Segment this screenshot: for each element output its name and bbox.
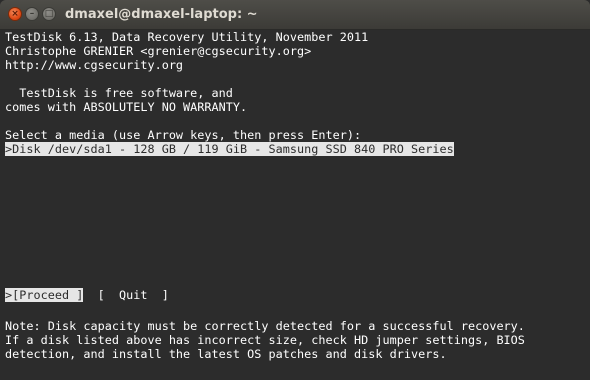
action-separator — [83, 288, 97, 302]
minimize-button[interactable]: – — [25, 7, 39, 21]
maximize-icon: □ — [44, 9, 54, 19]
window-title: dmaxel@dmaxel-laptop: ~ — [65, 7, 258, 22]
license-line: comes with ABSOLUTELY NO WARRANTY. — [5, 100, 248, 114]
proceed-button[interactable]: >[Proceed ] — [5, 288, 84, 302]
close-button[interactable]: × — [8, 7, 22, 21]
header-line: http://www.cgsecurity.org — [5, 58, 184, 72]
close-icon: × — [11, 9, 19, 19]
license-line: TestDisk is free software, and — [5, 86, 233, 100]
select-media-prompt: Select a media (use Arrow keys, then pre… — [5, 128, 362, 142]
header-line: Christophe GRENIER <grenier@cgsecurity.o… — [5, 44, 312, 58]
disk-list-item[interactable]: >Disk /dev/sda1 - 128 GB / 119 GiB - Sam… — [5, 142, 454, 156]
header-line: TestDisk 6.13, Data Recovery Utility, No… — [5, 30, 369, 44]
note-line: Note: Disk capacity must be correctly de… — [5, 319, 525, 333]
terminal-area[interactable]: TestDisk 6.13, Data Recovery Utility, No… — [0, 30, 590, 380]
quit-button[interactable]: [ Quit ] — [98, 288, 169, 302]
note-line: detection, and install the latest OS pat… — [5, 347, 447, 361]
terminal-window: × – □ dmaxel@dmaxel-laptop: ~ TestDisk 6… — [0, 0, 590, 380]
title-bar[interactable]: × – □ dmaxel@dmaxel-laptop: ~ — [0, 0, 590, 30]
minimize-icon: – — [29, 9, 35, 19]
maximize-button[interactable]: □ — [42, 7, 56, 21]
note-line: If a disk listed above has incorrect siz… — [5, 333, 525, 347]
action-bar: >[Proceed ] [ Quit ] — [5, 288, 169, 302]
